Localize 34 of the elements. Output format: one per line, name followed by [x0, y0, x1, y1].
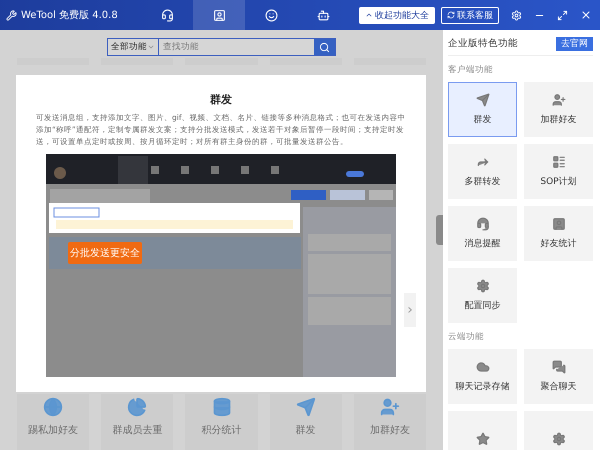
tile-label: 好友统计: [540, 238, 576, 250]
feature-tile[interactable]: 聊天记录存储: [448, 349, 517, 404]
feature-tile[interactable]: SOP计划: [524, 144, 593, 199]
panel-title: 企业版特色功能: [448, 37, 518, 50]
tile-label: 踢私加好友: [28, 424, 78, 437]
section-title: 云端功能: [448, 331, 485, 343]
tile-label: 聚合聊天: [540, 380, 576, 393]
feature-tile[interactable]: 多群转发: [448, 144, 517, 199]
tile-label: 积分统计: [202, 424, 242, 437]
website-button[interactable]: 去官网: [556, 36, 593, 50]
tile-label: SOP计划: [540, 176, 577, 188]
feature-tile[interactable]: 好友统计: [524, 206, 593, 261]
callout-label: 分批发送更安全: [68, 242, 142, 264]
tile-label: 加群好友: [540, 114, 576, 126]
feature-tile[interactable]: 聚合聊天: [524, 349, 593, 404]
category-dropdown[interactable]: 全部功能: [108, 39, 159, 55]
tile-label: 群成员去重: [112, 424, 162, 437]
collapse-button[interactable]: 收起功能大全: [359, 6, 435, 24]
window-title: WeTool 免费版 4.0.8: [21, 8, 119, 22]
tile-label: 群发: [474, 114, 492, 126]
tile-label: 消息提醒: [464, 238, 500, 250]
tile-label: 配置同步: [464, 300, 500, 312]
feature-tile[interactable]: 配置同步: [448, 268, 517, 323]
section-title: 客户端功能: [448, 64, 494, 76]
tile-label: 聊天记录存储: [456, 380, 510, 393]
tile-label: 加群好友: [370, 424, 410, 437]
feature-tile[interactable]: 群发: [448, 82, 517, 137]
tile-label: 多群转发: [464, 176, 500, 188]
modal-title: 群发: [210, 92, 232, 107]
tile-label: 群发: [296, 424, 316, 437]
search-field[interactable]: 全部功能 查找功能: [107, 38, 336, 56]
feature-tile[interactable]: 消息提醒: [448, 206, 517, 261]
contact-button[interactable]: 联系客服: [441, 6, 499, 24]
feature-tile[interactable]: 加群好友: [524, 82, 593, 137]
